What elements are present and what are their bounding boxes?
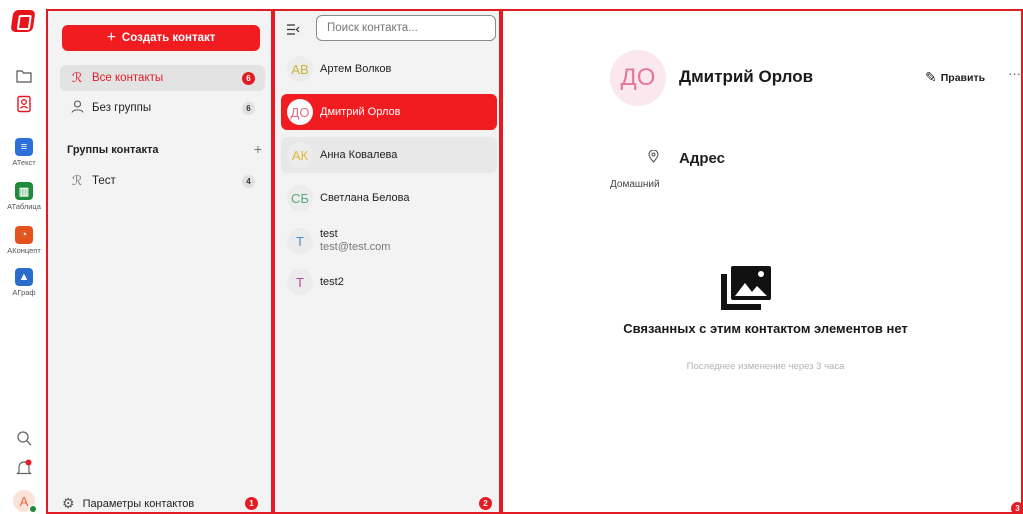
contact-initials: АВ <box>287 56 313 82</box>
user-avatar[interactable]: A <box>13 490 37 513</box>
contact-name: Артем Волков <box>320 63 392 75</box>
create-contact-label: Создать контакт <box>121 32 216 44</box>
contacts-list-panel: АВ Артем Волков ДО Дмитрий Орлов АК Анна… <box>273 9 501 514</box>
count-badge: 6 <box>242 72 255 85</box>
sidebar-item-no-group[interactable]: Без группы 6 <box>60 95 265 121</box>
panel-marker-badge: 2 <box>479 497 492 510</box>
count-badge: 6 <box>242 102 255 115</box>
sidebar-item-group-test[interactable]: ℛ Тест 4 <box>60 168 265 194</box>
spreadsheet-icon: ▥ <box>15 182 33 200</box>
app-rail: ≡ АТекст ▥ АТаблица ◔ АКонцепт ▲ АГраф A <box>0 0 48 514</box>
sidebar-item-label: Тест <box>92 175 116 187</box>
address-type: Домашний <box>610 179 660 190</box>
contact-initials: СБ <box>287 185 313 211</box>
presentation-icon: ◔ <box>15 226 33 244</box>
contacts-app-icon[interactable] <box>14 94 34 114</box>
contact-row[interactable]: АВ Артем Волков <box>281 51 497 87</box>
folder-icon[interactable] <box>14 66 34 86</box>
rail-app-text[interactable]: ≡ АТекст <box>0 138 48 167</box>
contact-initials: T <box>287 228 313 254</box>
groups-panel: + Создать контакт ℛ Все контакты 6 Без г… <box>46 9 273 514</box>
text-doc-icon: ≡ <box>15 138 33 156</box>
contact-avatar: ДО <box>610 50 666 106</box>
contact-name: test2 <box>320 276 344 288</box>
contact-name: Светлана Белова <box>320 192 410 204</box>
sidebar-item-label: Все контакты <box>92 72 164 84</box>
user-avatar-letter: A <box>19 493 29 509</box>
address-label: Адрес <box>679 150 726 167</box>
contacts-settings-link[interactable]: ⚙ Параметры контактов <box>62 495 194 512</box>
rail-app-caption: АТекст <box>12 158 36 167</box>
contact-name: test <box>320 228 338 240</box>
contact-detail-panel: ДО Дмитрий Орлов ✎ Править ··· Адрес Дом… <box>501 9 1023 514</box>
gear-icon: ⚙ <box>62 495 75 511</box>
last-modified-text: Последнее изменение через 3 часа <box>686 361 845 372</box>
location-pin-icon <box>648 149 659 166</box>
contact-row-selected[interactable]: ДО Дмитрий Орлов <box>281 94 497 130</box>
panel-marker-badge: 3 <box>1011 502 1023 514</box>
plus-icon: + <box>106 29 116 46</box>
contact-name: Анна Ковалева <box>320 149 398 161</box>
panel-marker-badge: 1 <box>245 497 258 510</box>
contact-row[interactable]: АК Анна Ковалева <box>281 137 497 173</box>
sidebar-item-label: Без группы <box>92 102 152 114</box>
groups-header-label: Группы контакта <box>67 144 159 156</box>
contact-row[interactable]: СБ Светлана Белова <box>281 180 497 216</box>
online-status-dot <box>29 505 37 513</box>
empty-state-title: Связанных с этим контактом элементов нет <box>623 321 908 336</box>
app-logo[interactable] <box>10 10 36 32</box>
contact-initials: АК <box>287 142 313 168</box>
people-icon: ℛ <box>71 173 83 188</box>
rail-app-graph[interactable]: ▲ АГраф <box>0 268 48 297</box>
groups-header: Группы контакта + <box>67 141 262 157</box>
create-contact-button[interactable]: + Создать контакт <box>62 25 260 51</box>
contact-row[interactable]: T test test@test.com <box>281 223 497 259</box>
contact-initials: ДО <box>287 99 313 125</box>
photo-library-icon <box>721 266 771 315</box>
rail-app-caption: АТаблица <box>7 202 41 211</box>
pencil-icon: ✎ <box>925 69 937 85</box>
edit-button[interactable]: ✎ Править <box>925 69 985 86</box>
rail-app-table[interactable]: ▥ АТаблица <box>0 182 48 211</box>
count-badge: 4 <box>242 175 255 188</box>
people-icon: ℛ <box>71 70 83 85</box>
contact-row[interactable]: T test2 <box>281 264 497 300</box>
person-icon <box>68 100 86 116</box>
image-icon: ▲ <box>15 268 33 286</box>
add-group-icon[interactable]: + <box>254 141 262 157</box>
edit-label: Править <box>940 71 986 84</box>
rail-app-concept[interactable]: ◔ АКонцепт <box>0 226 48 255</box>
search-icon[interactable] <box>14 428 34 448</box>
sidebar-item-all-contacts[interactable]: ℛ Все контакты 6 <box>60 65 265 91</box>
rail-app-caption: АКонцепт <box>7 246 41 255</box>
contact-initials: T <box>287 269 313 295</box>
collapse-sidebar-icon[interactable] <box>287 23 300 38</box>
rail-app-caption: АГраф <box>12 288 36 297</box>
contact-name: Дмитрий Орлов <box>320 106 401 118</box>
notification-bell-icon[interactable] <box>14 458 34 478</box>
more-options-icon[interactable]: ··· <box>1008 66 1021 81</box>
settings-label: Параметры контактов <box>82 497 195 510</box>
search-input[interactable] <box>316 15 496 41</box>
contact-full-name: Дмитрий Орлов <box>679 67 814 86</box>
contact-email: test@test.com <box>320 241 391 253</box>
